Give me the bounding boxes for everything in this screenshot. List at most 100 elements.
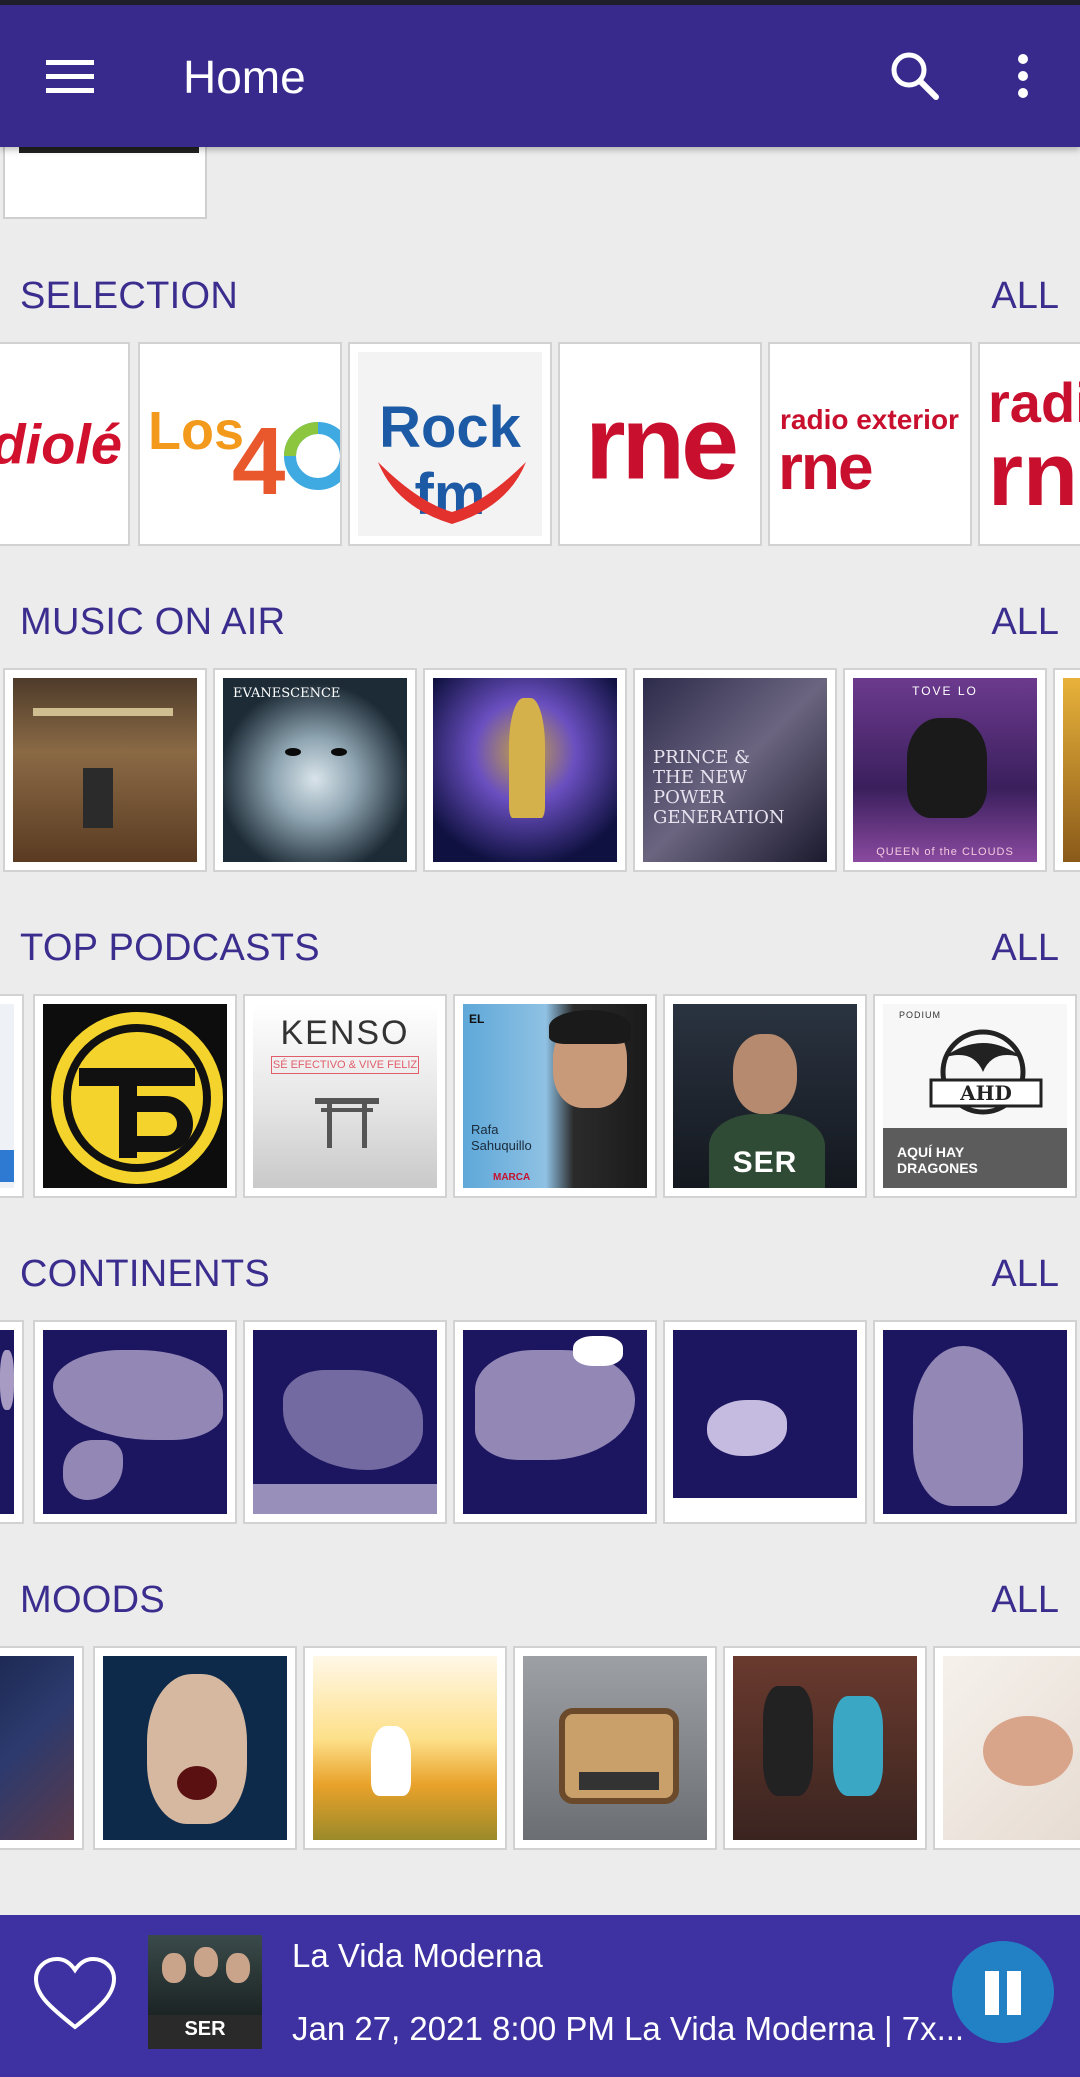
album-tile[interactable]	[423, 668, 627, 872]
continent-tile[interactable]	[663, 1320, 867, 1524]
album-artist-text: EVANESCENCE	[233, 686, 341, 701]
album-cover	[1063, 678, 1080, 862]
station-tile[interactable]: Rock fm	[348, 342, 552, 546]
podcast-tile[interactable]	[0, 994, 24, 1198]
section-header-moods: MOODS ALL	[0, 1571, 1080, 1631]
podcast-cover: SER	[673, 1004, 857, 1188]
see-all-continents-link[interactable]: ALL	[991, 1253, 1059, 1296]
mood-tile[interactable]	[93, 1646, 297, 1850]
app-bar: Home	[0, 5, 1080, 147]
mood-image	[733, 1656, 917, 1840]
album-tile[interactable]: PRINCE & THE NEW POWER GENERATION	[633, 668, 837, 872]
section-title: TOP PODCASTS	[20, 927, 320, 969]
dragon-emblem-icon: AHD	[929, 1029, 1043, 1115]
continent-map-asia	[43, 1330, 227, 1514]
pause-icon-bar-right	[1007, 1971, 1021, 2015]
search-icon	[891, 52, 939, 100]
continent-map-oceania	[673, 1330, 857, 1514]
mood-tile[interactable]	[933, 1646, 1080, 1850]
selection-row[interactable]: diolé Los 4 Rock fm rne radio exterior r…	[0, 342, 1080, 547]
podcast-tile[interactable]	[33, 994, 237, 1198]
continents-row[interactable]	[0, 1320, 1080, 1525]
album-cover	[13, 678, 197, 862]
mood-tile[interactable]	[303, 1646, 507, 1850]
favorite-button[interactable]	[30, 1955, 120, 2035]
page-title: Home	[183, 51, 306, 103]
los40-logo: Los 4	[148, 401, 340, 515]
continent-tile[interactable]	[0, 1320, 24, 1524]
partial-station-tile[interactable]	[3, 147, 207, 219]
moods-row[interactable]	[0, 1646, 1080, 1851]
rockfm-logo: Rock fm	[358, 352, 542, 536]
album-tile[interactable]	[3, 668, 207, 872]
music-row[interactable]: EVANESCENCE PRINCE & THE NEW POWER GENER…	[0, 668, 1080, 873]
tp-logo	[51, 1012, 223, 1184]
mood-tile[interactable]	[723, 1646, 927, 1850]
album-tile[interactable]	[1053, 668, 1080, 872]
section-header-top-podcasts: TOP PODCASTS ALL	[0, 919, 1080, 979]
search-button[interactable]	[880, 41, 950, 111]
continent-map-north-america	[463, 1330, 647, 1514]
see-all-moods-link[interactable]: ALL	[991, 1579, 1059, 1622]
station-tile[interactable]: Los 4	[138, 342, 342, 546]
see-all-podcasts-link[interactable]: ALL	[991, 927, 1059, 970]
continent-tile[interactable]	[33, 1320, 237, 1524]
continent-map	[0, 1330, 14, 1514]
see-all-selection-link[interactable]: ALL	[991, 275, 1059, 318]
podcast-tile[interactable]: SER	[663, 994, 867, 1198]
podcast-cover	[43, 1004, 227, 1188]
station-logo-rne: rne	[778, 431, 874, 503]
continent-tile[interactable]	[873, 1320, 1077, 1524]
hamburger-icon	[46, 60, 94, 93]
podcast-cover: PODIUM AHD AQUÍ HAY DRAGONES	[883, 1004, 1067, 1188]
podcast-brand-text: SER	[732, 1146, 798, 1179]
now-playing-subtitle: Jan 27, 2021 8:00 PM La Vida Moderna | 7…	[292, 2010, 965, 2047]
podcast-tile[interactable]: PODIUM AHD AQUÍ HAY DRAGONES	[873, 994, 1077, 1198]
section-header-continents: CONTINENTS ALL	[0, 1245, 1080, 1305]
continent-map-south-america	[883, 1330, 1067, 1514]
more-options-button[interactable]	[990, 41, 1050, 111]
mood-image	[103, 1656, 287, 1840]
partial-logo	[19, 147, 199, 153]
section-title: MOODS	[20, 1579, 166, 1621]
pause-button[interactable]	[952, 1941, 1054, 2043]
section-title: CONTINENTS	[20, 1253, 270, 1295]
podcasts-row[interactable]: KENSO SÉ EFECTIVO & VIVE FELIZ EL Rafa S…	[0, 994, 1080, 1199]
menu-button[interactable]	[36, 41, 106, 111]
continent-tile[interactable]	[453, 1320, 657, 1524]
now-playing-artwork[interactable]: SER	[148, 1935, 262, 2049]
continent-tile[interactable]	[243, 1320, 447, 1524]
station-tile[interactable]: rne	[558, 342, 762, 546]
heart-icon	[33, 1956, 117, 2030]
mood-tile[interactable]	[513, 1646, 717, 1850]
svg-text:Los: Los	[148, 401, 244, 461]
section-title: SELECTION	[20, 275, 239, 317]
album-artist-text: PRINCE & THE NEW POWER GENERATION	[653, 747, 785, 828]
podcast-tile[interactable]: EL Rafa Sahuquillo MARCA	[453, 994, 657, 1198]
see-all-music-link[interactable]: ALL	[991, 601, 1059, 644]
station-logo-rn: rn	[988, 425, 1078, 525]
mood-image	[943, 1656, 1080, 1840]
artwork-brand-text: SER	[184, 2018, 226, 2040]
mood-image	[313, 1656, 497, 1840]
home-feed[interactable]: SELECTION ALL diolé Los 4 Rock fm rne ra…	[0, 147, 1080, 1915]
torii-gate-icon	[315, 1098, 379, 1148]
podcast-cover	[0, 1004, 14, 1188]
album-cover	[433, 678, 617, 862]
album-tile[interactable]: TOVE LO QUEEN of the CLOUDS	[843, 668, 1047, 872]
podcast-label-el: EL	[469, 1012, 485, 1026]
station-tile[interactable]: radi rn	[978, 342, 1080, 546]
podcast-tile[interactable]: KENSO SÉ EFECTIVO & VIVE FELIZ	[243, 994, 447, 1198]
mood-tile[interactable]	[0, 1646, 84, 1850]
wings-icon	[378, 462, 526, 524]
mini-player[interactable]: SER La Vida Moderna Jan 27, 2021 8:00 PM…	[0, 1915, 1080, 2077]
podcast-host-text: Rafa Sahuquillo	[471, 1122, 532, 1153]
album-tile[interactable]: EVANESCENCE	[213, 668, 417, 872]
ahd-text: AHD	[959, 1081, 1012, 1105]
album-title-text: QUEEN of the CLOUDS	[876, 846, 1014, 858]
station-tile[interactable]: diolé	[0, 342, 130, 546]
mood-image	[523, 1656, 707, 1840]
station-logo: diolé	[0, 412, 122, 476]
section-header-music-on-air: MUSIC ON AIR ALL	[0, 593, 1080, 653]
station-tile[interactable]: radio exterior rne	[768, 342, 972, 546]
